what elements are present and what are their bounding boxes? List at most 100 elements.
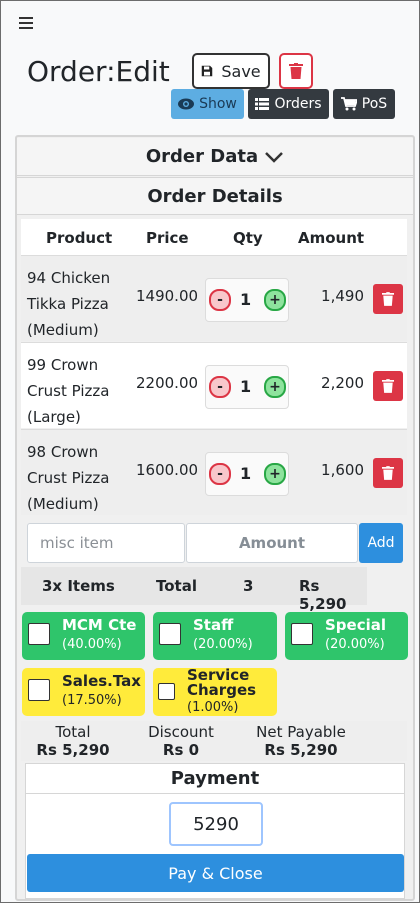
column-header-amount: Amount <box>298 229 365 247</box>
discount-block: Discount Rs 0 <box>135 723 227 759</box>
show-button-label: Show <box>199 96 237 112</box>
increase-qty-button[interactable]: + <box>264 376 286 398</box>
cart-icon <box>340 97 357 111</box>
discount-special[interactable]: Special (20.00%) <box>285 612 408 660</box>
product-price: 1490.00 <box>136 287 199 305</box>
discount-checkbox[interactable] <box>159 623 181 645</box>
quantity-stepper: - 1 + <box>205 452 289 496</box>
net-payable-label: Net Payable <box>256 723 346 741</box>
save-button-label: Save <box>221 61 261 81</box>
pay-and-close-button[interactable]: Pay & Close <box>27 854 404 892</box>
qty-value: 1 <box>240 290 252 309</box>
top-navbar <box>1 1 419 45</box>
page-title: Order:Edit <box>27 55 170 88</box>
charge-percent: (17.50%) <box>62 693 122 708</box>
summary-total-amount: Rs 5,290 <box>299 577 347 613</box>
table-row: 99 Crown Crust Pizza (Large) 2200.00 - 1… <box>21 342 407 428</box>
payment-card: Payment Pay & Close <box>25 763 405 899</box>
product-price: 2200.00 <box>136 374 199 392</box>
product-name: 98 Crown Crust Pizza (Medium) <box>27 443 110 513</box>
total-value: Rs 5,290 <box>36 741 110 759</box>
trash-icon <box>382 292 394 306</box>
discount-percent: (40.00%) <box>62 637 122 652</box>
net-payable-value: Rs 5,290 <box>264 741 338 759</box>
trash-icon <box>382 466 394 480</box>
list-icon <box>255 98 270 110</box>
items-count: 3x Items <box>42 577 115 595</box>
qty-value: 1 <box>240 464 252 483</box>
discount-name: MCM Cte <box>62 616 137 634</box>
payment-amount-input[interactable] <box>169 802 263 846</box>
charge-name: Service Charges <box>187 666 257 699</box>
remove-item-button[interactable] <box>373 284 403 314</box>
discount-mcm-cte[interactable]: MCM Cte (40.00%) <box>22 612 145 660</box>
increase-qty-button[interactable]: + <box>264 289 286 311</box>
discount-staff[interactable]: Staff (20.00%) <box>153 612 277 660</box>
table-row: 98 Crown Crust Pizza (Medium) 1600.00 - … <box>21 429 407 515</box>
order-data-toggle[interactable]: Order Data <box>17 138 413 176</box>
column-header-qty: Qty <box>233 229 263 247</box>
delete-order-button[interactable] <box>279 53 313 89</box>
table-header: Product Price Qty Amount <box>21 219 407 255</box>
charge-percent: (1.00%) <box>187 700 239 715</box>
line-amount: 1,600 <box>321 461 364 479</box>
order-data-heading: Order Data <box>145 146 259 167</box>
orders-button-label: Orders <box>274 96 322 112</box>
column-header-price: Price <box>146 229 189 247</box>
charge-service-charges[interactable]: Service Charges (1.00%) <box>153 668 277 716</box>
total-block: Total Rs 5,290 <box>27 723 119 759</box>
discount-checkbox[interactable] <box>291 623 313 645</box>
decrease-qty-button[interactable]: - <box>209 463 231 485</box>
total-label: Total <box>55 723 91 741</box>
misc-item-input[interactable] <box>27 523 185 563</box>
trash-icon <box>382 379 394 393</box>
remove-item-button[interactable] <box>373 371 403 401</box>
show-button[interactable]: Show <box>171 89 244 119</box>
trash-icon <box>289 63 303 79</box>
charge-sales-tax[interactable]: Sales.Tax (17.50%) <box>22 668 145 716</box>
order-details-title: Order Details <box>147 185 283 207</box>
product-name: 94 Chicken Tikka Pizza (Medium) <box>27 269 111 339</box>
product-price: 1600.00 <box>136 461 199 479</box>
discount-percent: (20.00%) <box>193 637 253 652</box>
charge-checkbox[interactable] <box>158 683 175 700</box>
add-misc-button[interactable]: Add <box>359 523 403 563</box>
save-icon <box>202 65 213 77</box>
discount-percent: (20.00%) <box>325 637 385 652</box>
decrease-qty-button[interactable]: - <box>209 289 231 311</box>
discount-checkbox[interactable] <box>28 623 50 645</box>
summary-total-qty: 3 <box>243 577 254 595</box>
order-details-heading: Order Details <box>17 177 413 215</box>
quantity-stepper: - 1 + <box>205 278 289 322</box>
qty-value: 1 <box>240 377 252 396</box>
totals-row: Total Rs 5,290 Discount Rs 0 Net Payable… <box>21 721 407 761</box>
pos-button[interactable]: PoS <box>333 89 395 119</box>
misc-amount-input[interactable] <box>186 523 358 563</box>
net-payable-block: Net Payable Rs 5,290 <box>247 723 355 759</box>
hamburger-menu-icon[interactable] <box>19 17 33 29</box>
decrease-qty-button[interactable]: - <box>209 376 231 398</box>
save-button[interactable]: Save <box>192 53 270 89</box>
discount-value: Rs 0 <box>162 741 200 759</box>
pos-button-label: PoS <box>361 96 388 112</box>
order-summary-row: 3x Items Total 3 Rs 5,290 <box>21 567 367 613</box>
increase-qty-button[interactable]: + <box>264 463 286 485</box>
table-row: 94 Chicken Tikka Pizza (Medium) 1490.00 … <box>21 255 407 341</box>
remove-item-button[interactable] <box>373 458 403 488</box>
discount-label: Discount <box>148 723 214 741</box>
discount-name: Special <box>325 616 387 634</box>
charge-name: Sales.Tax <box>62 672 141 690</box>
quantity-stepper: - 1 + <box>205 365 289 409</box>
line-amount: 1,490 <box>321 287 364 305</box>
column-header-product: Product <box>46 229 113 247</box>
app-frame: Order:Edit Save Show Orders PoS Order Da… <box>0 0 420 903</box>
payment-heading: Payment <box>26 764 404 794</box>
line-amount: 2,200 <box>321 374 364 392</box>
chevron-down-icon <box>265 151 284 163</box>
discount-name: Staff <box>193 616 234 634</box>
product-name: 99 Crown Crust Pizza (Large) <box>27 356 110 426</box>
summary-total-label: Total <box>156 577 197 595</box>
charge-checkbox[interactable] <box>28 679 50 701</box>
eye-icon <box>178 98 195 110</box>
orders-button[interactable]: Orders <box>248 89 329 119</box>
